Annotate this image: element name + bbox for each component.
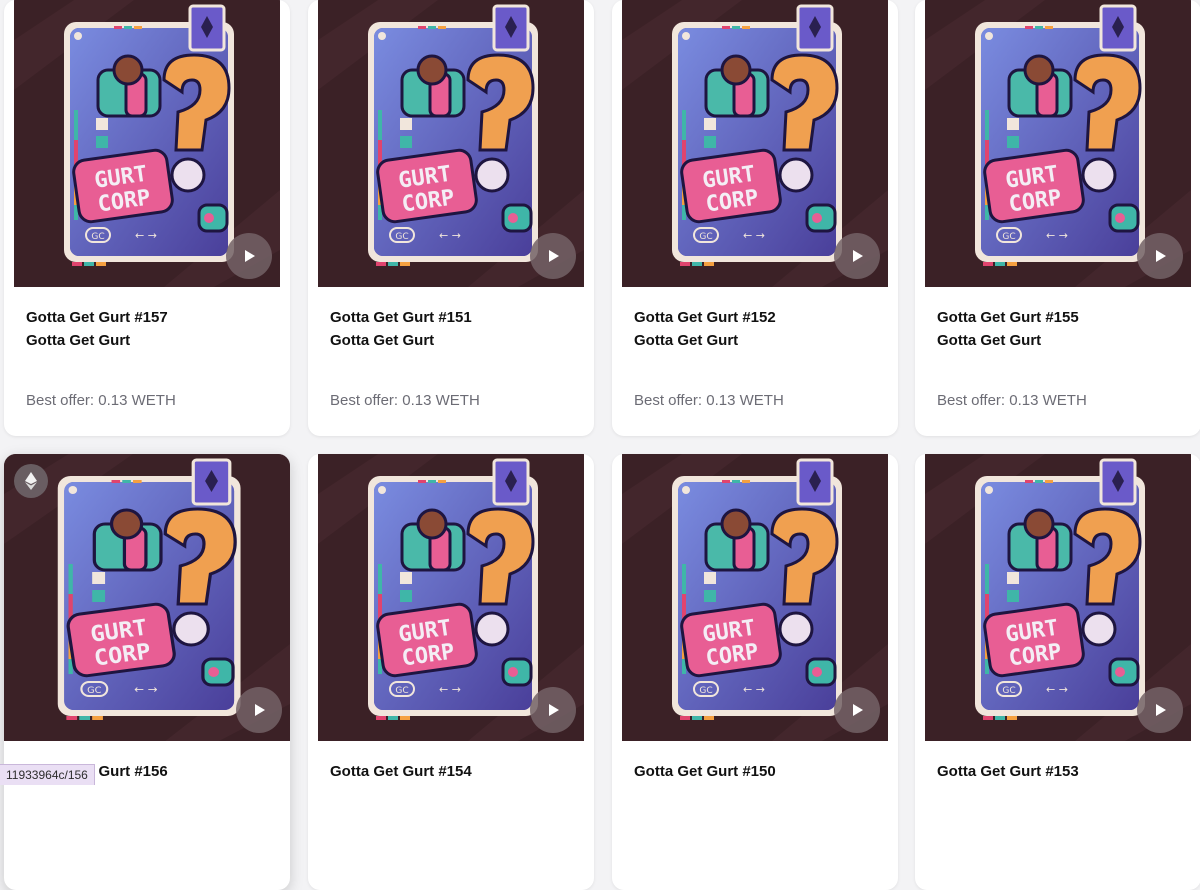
nft-media[interactable]: GURT CORP GC ← → [925,454,1191,741]
nft-media[interactable]: GURT CORP GC ← → [622,0,888,287]
best-offer: Best offer: 0.13 WETH [634,392,784,409]
svg-text:← →: ← → [134,682,158,695]
play-button[interactable] [834,687,880,733]
nft-card[interactable]: GURT CORP GC ← → Gotta Get Gurt #150 [612,454,898,890]
best-offer: Best offer: 0.13 WETH [330,392,480,409]
nft-media[interactable]: GURT CORP GC ← → [4,454,290,741]
nft-card[interactable]: GURT CORP GC ← → Gotta Get Gurt #157 Got… [4,0,290,436]
play-button[interactable] [530,233,576,279]
best-offer: Best offer: 0.13 WETH [937,392,1087,409]
svg-text:GC: GC [1002,232,1015,242]
nft-title[interactable]: Gotta Get Gurt #157 [26,306,276,329]
nft-media[interactable]: GURT CORP GC ← → [14,0,280,287]
nft-collection[interactable]: Gotta Get Gurt [26,329,276,352]
play-button[interactable] [226,233,272,279]
ethereum-icon [25,472,37,490]
play-icon [1156,704,1166,716]
nft-title[interactable]: Gotta Get Gurt #155 [937,306,1187,329]
svg-text:← →: ← → [743,683,765,696]
svg-text:GC: GC [87,685,101,696]
play-icon [549,250,559,262]
nft-card[interactable]: GURT CORP GC ← → Gotta Get Gurt #156 [4,454,290,890]
status-bar-url: 11933964c/156 [0,764,95,785]
nft-card[interactable]: GURT CORP GC ← → Gotta Get Gurt #153 [915,454,1200,890]
play-button[interactable] [530,687,576,733]
play-icon [245,250,255,262]
best-offer: Best offer: 0.13 WETH [26,392,176,409]
play-icon [853,250,863,262]
play-icon [1156,250,1166,262]
nft-grid: GURT CORP GC ← → Gotta Get Gurt #157 Got… [0,0,1200,890]
svg-text:GC: GC [91,232,104,242]
svg-text:GC: GC [395,686,408,696]
nft-title[interactable]: Gotta Get Gurt #153 [937,760,1187,783]
nft-collection[interactable]: Gotta Get Gurt [330,329,580,352]
svg-text:GC: GC [1002,686,1015,696]
svg-text:← →: ← → [439,683,461,696]
nft-media[interactable]: GURT CORP GC ← → [622,454,888,741]
nft-card[interactable]: GURT CORP GC ← → Gotta Get Gurt #151 Got… [308,0,594,436]
svg-text:GC: GC [699,686,712,696]
play-button[interactable] [236,687,282,733]
play-button[interactable] [834,233,880,279]
play-icon [549,704,559,716]
svg-text:GC: GC [395,232,408,242]
nft-media[interactable]: GURT CORP GC ← → [925,0,1191,287]
nft-collection[interactable]: Gotta Get Gurt [634,329,884,352]
nft-collection[interactable]: Gotta Get Gurt [937,329,1187,352]
nft-title[interactable]: Gotta Get Gurt #154 [330,760,580,783]
nft-media[interactable]: GURT CORP GC ← → [318,454,584,741]
nft-title[interactable]: Gotta Get Gurt #150 [634,760,884,783]
nft-title[interactable]: Gotta Get Gurt #151 [330,306,580,329]
svg-text:← →: ← → [743,229,765,242]
svg-text:← →: ← → [439,229,461,242]
play-icon [853,704,863,716]
nft-card[interactable]: GURT CORP GC ← → Gotta Get Gurt #155 Got… [915,0,1200,436]
play-button[interactable] [1137,233,1183,279]
nft-title[interactable]: Gotta Get Gurt #152 [634,306,884,329]
svg-text:← →: ← → [135,229,157,242]
nft-media[interactable]: GURT CORP GC ← → [318,0,584,287]
play-icon [255,704,265,716]
nft-card[interactable]: GURT CORP GC ← → Gotta Get Gurt #154 [308,454,594,890]
svg-text:← →: ← → [1046,229,1068,242]
ethereum-chain-badge [14,464,48,498]
play-button[interactable] [1137,687,1183,733]
svg-text:← →: ← → [1046,683,1068,696]
nft-card[interactable]: GURT CORP GC ← → Gotta Get Gurt #152 Got… [612,0,898,436]
svg-text:GC: GC [699,232,712,242]
